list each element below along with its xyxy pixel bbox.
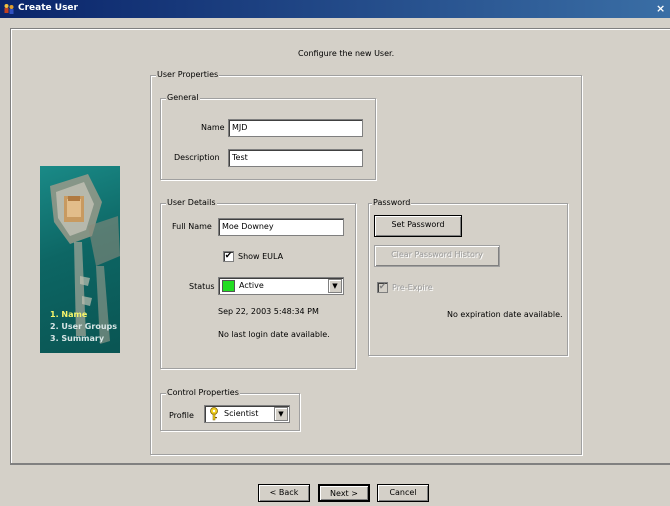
show-eula-checkbox[interactable]: ✔ xyxy=(223,251,234,262)
general-legend: General xyxy=(166,93,200,103)
description-field[interactable]: Test xyxy=(228,149,363,167)
name-field[interactable]: MJD xyxy=(228,119,363,137)
status-label: Status xyxy=(189,282,215,291)
instruction-text: Configure the new User. xyxy=(298,49,395,58)
control-properties-legend: Control Properties xyxy=(166,388,240,398)
name-label: Name xyxy=(201,123,225,132)
full-name-label: Full Name xyxy=(172,222,212,231)
user-properties-legend: User Properties xyxy=(156,70,220,80)
created-date-text: Sep 22, 2003 5:48:34 PM xyxy=(218,307,319,316)
clear-password-history-button[interactable]: Clear Password History xyxy=(374,245,500,267)
wizard-step-user-groups: 2. User Groups xyxy=(50,322,117,331)
user-details-legend: User Details xyxy=(166,198,217,208)
cancel-button[interactable]: Cancel xyxy=(377,484,429,502)
profile-dropdown[interactable]: Scientist ▼ xyxy=(204,405,290,423)
last-login-text: No last login date available. xyxy=(218,330,330,339)
show-eula-label: Show EULA xyxy=(238,252,284,261)
check-icon: ✔ xyxy=(224,251,233,261)
back-button[interactable]: < Back xyxy=(258,484,310,502)
pre-expire-label: Pre-Expire xyxy=(392,283,433,292)
divider xyxy=(10,464,670,466)
full-name-field[interactable]: Moe Downey xyxy=(218,218,344,236)
title-bar: Create User × xyxy=(0,0,670,18)
set-password-button[interactable]: Set Password xyxy=(374,215,462,237)
wizard-side-panel: 1. Name 2. User Groups 3. Summary xyxy=(40,166,120,353)
next-button[interactable]: Next > xyxy=(318,484,370,502)
chevron-down-icon[interactable]: ▼ xyxy=(328,279,342,293)
password-legend: Password xyxy=(372,198,412,208)
wizard-step-name: 1. Name xyxy=(50,310,88,319)
chevron-down-icon[interactable]: ▼ xyxy=(274,407,288,421)
wizard-step-summary: 3. Summary xyxy=(50,334,105,343)
status-color-swatch xyxy=(222,280,235,292)
expiration-text: No expiration date available. xyxy=(447,310,563,319)
check-icon: ✔ xyxy=(378,282,387,292)
description-label: Description xyxy=(174,153,220,162)
profile-value: Scientist xyxy=(224,409,259,418)
window-title: Create User xyxy=(18,3,78,13)
general-group xyxy=(160,98,376,180)
pre-expire-checkbox[interactable]: ✔ xyxy=(377,282,388,293)
profile-label: Profile xyxy=(169,411,194,420)
status-dropdown[interactable]: Active ▼ xyxy=(218,277,344,295)
close-button[interactable]: × xyxy=(656,1,670,16)
status-value: Active xyxy=(239,281,264,290)
app-icon xyxy=(3,3,15,15)
key-icon xyxy=(208,407,220,421)
